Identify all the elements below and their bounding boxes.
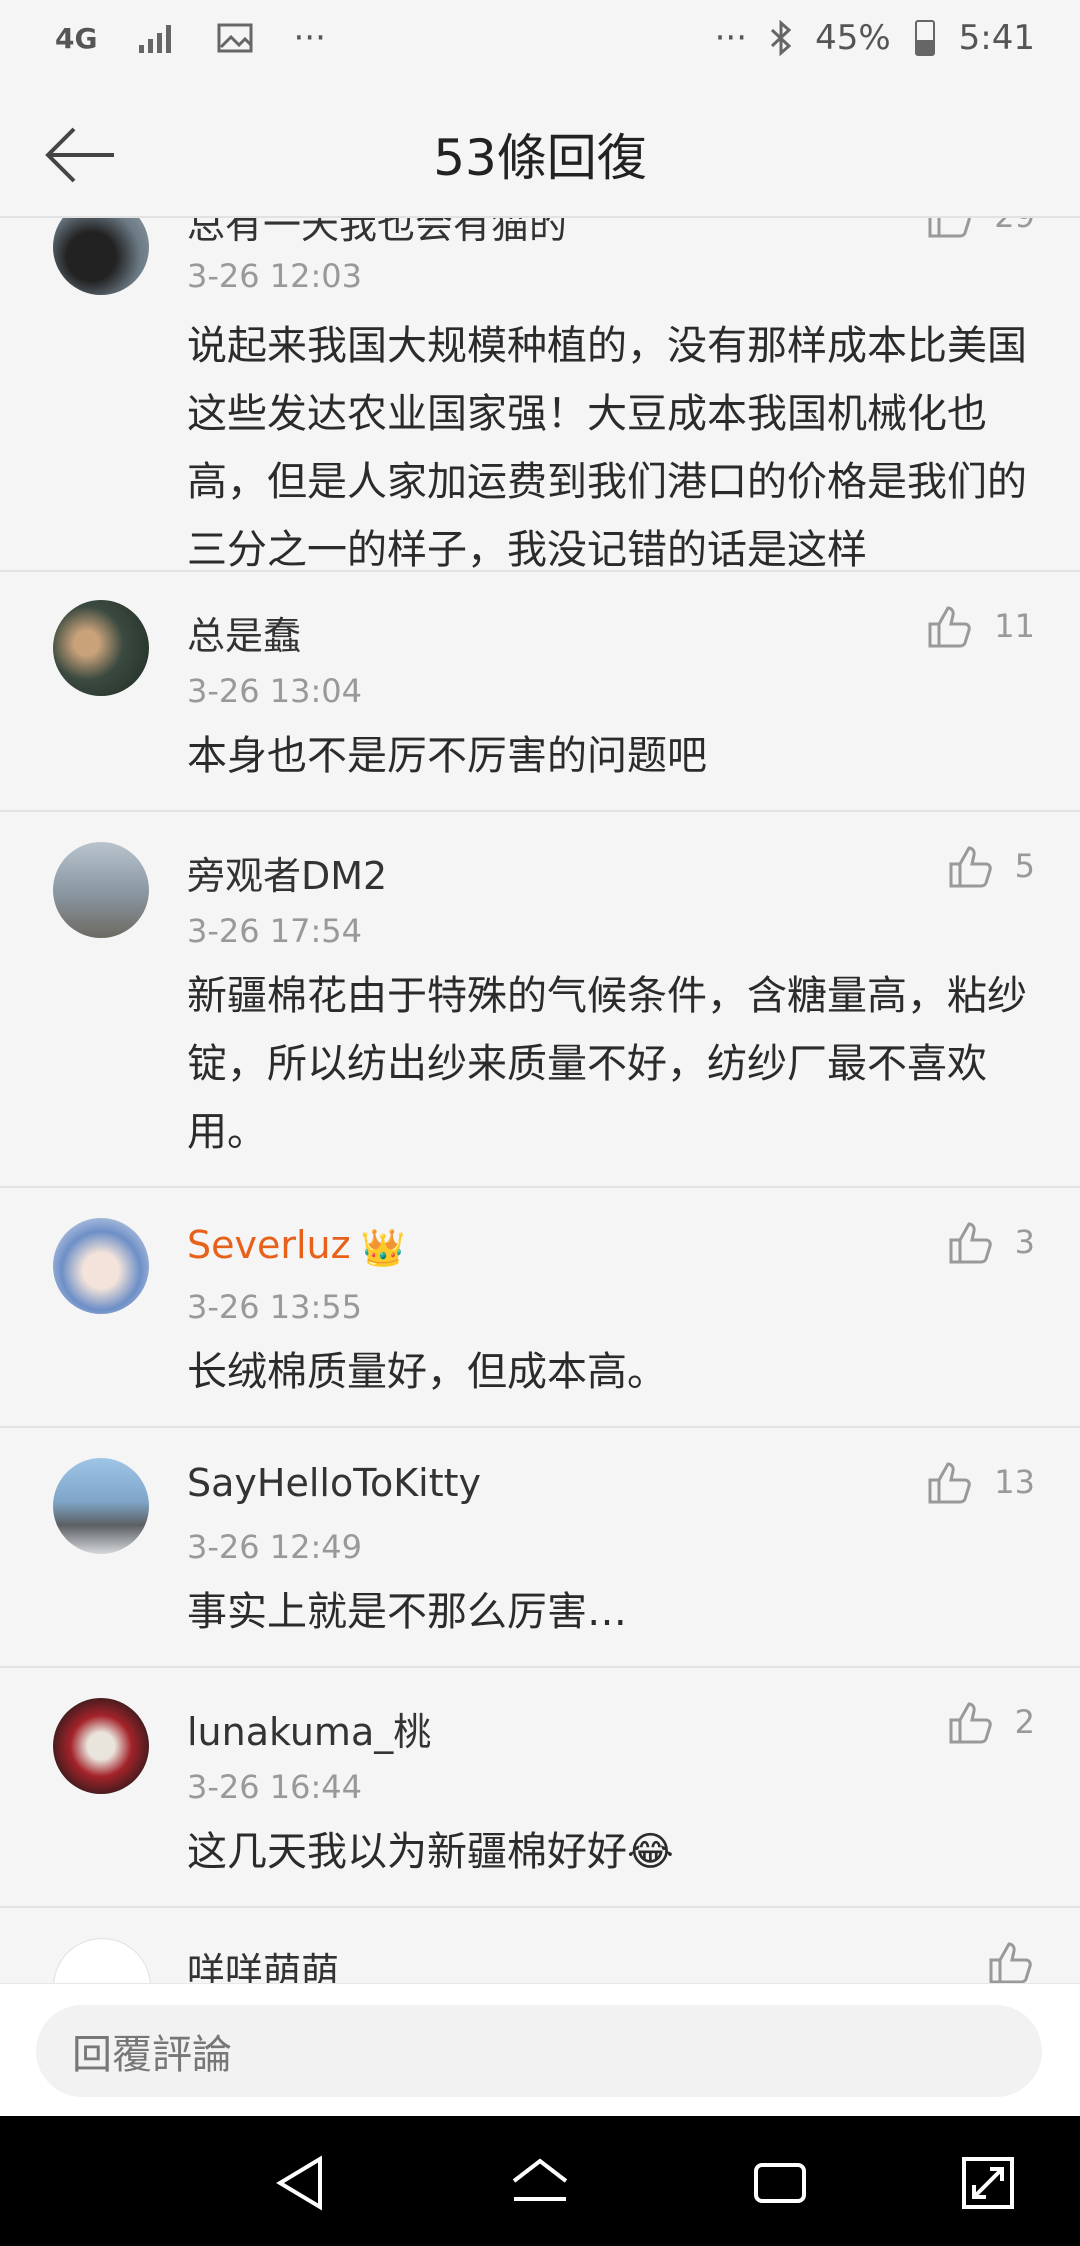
comment-text: 长绒棉质量好，但成本高。	[187, 1349, 667, 1395]
like-count: 2	[1014, 1703, 1035, 1741]
user-name[interactable]: SayHelloToKitty	[187, 1461, 481, 1505]
reply-bar: 回覆評論	[0, 1983, 1080, 2117]
thumbs-up-icon	[949, 1702, 992, 1744]
comment-item: 总有一天我也会有猫的 29 3-26 12:03 说起来我国大规模种植的，没有那…	[0, 218, 1080, 573]
comment-text: 说起来我国大规模种植的，没有那样成本比美国这些发达农业国家强！大豆成本我国机械化…	[187, 323, 1027, 573]
comment-text: 这几天我以为新疆棉好好😂	[187, 1829, 674, 1875]
user-name[interactable]: lunakuma_桃	[187, 1701, 431, 1756]
avatar[interactable]	[53, 600, 149, 696]
comment-list[interactable]: 总有一天我也会有猫的 29 3-26 12:03 说起来我国大规模种植的，没有那…	[0, 218, 1080, 1983]
expand-icon	[962, 2157, 1014, 2209]
comment-time: 3-26 16:44	[187, 1768, 363, 1806]
comment-text: 新疆棉花由于特殊的气候条件，含糖量高，粘纱锭，所以纺出纱来质量不好，纺纱厂最不喜…	[187, 973, 1027, 1155]
like-button[interactable]: 3	[947, 1218, 1035, 1266]
like-count: 11	[994, 607, 1035, 645]
comment-item: 咩咩萌萌	[0, 1908, 1080, 1983]
avatar[interactable]	[53, 1698, 149, 1794]
header: 53條回復	[0, 90, 1080, 218]
comment-time: 3-26 13:55	[187, 1288, 363, 1326]
comment-time: 3-26 12:49	[187, 1528, 363, 1566]
comment-text: 本身也不是厉不厉害的问题吧	[187, 733, 707, 779]
thumbs-up-icon	[928, 1462, 972, 1504]
user-name[interactable]: 总有一天我也会有猫的	[187, 218, 567, 249]
comment-text: 事实上就是不那么厉害…	[187, 1589, 627, 1635]
thumbs-up-icon	[949, 846, 992, 888]
thumbs-up-icon	[928, 606, 972, 648]
like-button[interactable]: 29	[926, 218, 1035, 240]
status-bar: 4G ··· ··· 45% 5:41	[0, 0, 1080, 90]
system-navigation-bar	[0, 2116, 1080, 2246]
user-name[interactable]: 旁观者DM2	[187, 845, 387, 900]
like-button[interactable]: 2	[947, 1698, 1035, 1746]
reply-comment-input[interactable]: 回覆評論	[36, 2005, 1042, 2097]
vip-user-name: Severluz	[187, 1223, 351, 1267]
recent-apps-icon	[754, 2163, 806, 2203]
comment-item: SayHelloToKitty 13 3-26 12:49 事实上就是不那么厉害…	[0, 1428, 1080, 1668]
comment-item: 总是蠢 11 3-26 13:04 本身也不是厉不厉害的问题吧	[0, 572, 1080, 812]
battery-icon	[914, 20, 935, 56]
like-button[interactable]	[987, 1938, 1035, 1983]
thumbs-up-icon	[928, 218, 972, 238]
back-triangle-icon	[276, 2155, 322, 2211]
crown-badge-icon: 👑	[360, 1227, 406, 1269]
like-button[interactable]: 13	[926, 1458, 1035, 1506]
like-count: 3	[1014, 1223, 1035, 1261]
comment-time: 3-26 13:04	[187, 672, 363, 710]
network-4g-icon: 4G	[55, 21, 98, 55]
like-count: 13	[994, 1463, 1035, 1501]
home-icon	[512, 2158, 568, 2201]
like-button[interactable]: 5	[947, 842, 1035, 890]
thumbs-up-icon	[949, 1222, 992, 1264]
like-count: 29	[994, 218, 1035, 235]
user-name[interactable]: 咩咩萌萌	[187, 1941, 339, 1983]
nav-expand-button[interactable]	[956, 2151, 1020, 2215]
avatar[interactable]	[53, 842, 149, 938]
thumbs-up-icon	[989, 1942, 1032, 1983]
clock: 5:41	[958, 18, 1035, 58]
more-notifications-icon: ···	[293, 18, 326, 58]
comment-item: lunakuma_桃 2 3-26 16:44 这几天我以为新疆棉好好😂	[0, 1668, 1080, 1908]
avatar[interactable]	[53, 1218, 149, 1314]
page-title: 53條回復	[433, 129, 647, 187]
avatar[interactable]	[53, 218, 149, 295]
user-name[interactable]: 总是蠢	[187, 605, 301, 660]
bluetooth-icon	[769, 20, 793, 56]
like-count: 5	[1014, 847, 1035, 885]
like-button[interactable]: 11	[926, 602, 1035, 650]
nav-home-button[interactable]	[508, 2151, 572, 2215]
user-name[interactable]: Severluz 👑	[187, 1223, 405, 1269]
avatar[interactable]	[53, 1458, 149, 1554]
comment-time: 3-26 12:03	[187, 257, 363, 295]
more-icon: ···	[714, 18, 748, 58]
image-icon	[217, 23, 253, 53]
nav-recent-apps-button[interactable]	[748, 2151, 812, 2215]
signal-icon	[137, 23, 177, 53]
battery-percent: 45%	[815, 18, 891, 58]
nav-back-button[interactable]	[270, 2151, 334, 2215]
comment-item: 旁观者DM2 5 3-26 17:54 新疆棉花由于特殊的气候条件，含糖量高，粘…	[0, 812, 1080, 1188]
comment-time: 3-26 17:54	[187, 912, 363, 950]
avatar[interactable]	[53, 1938, 151, 1983]
comment-item: Severluz 👑 3 3-26 13:55 长绒棉质量好，但成本高。	[0, 1188, 1080, 1428]
